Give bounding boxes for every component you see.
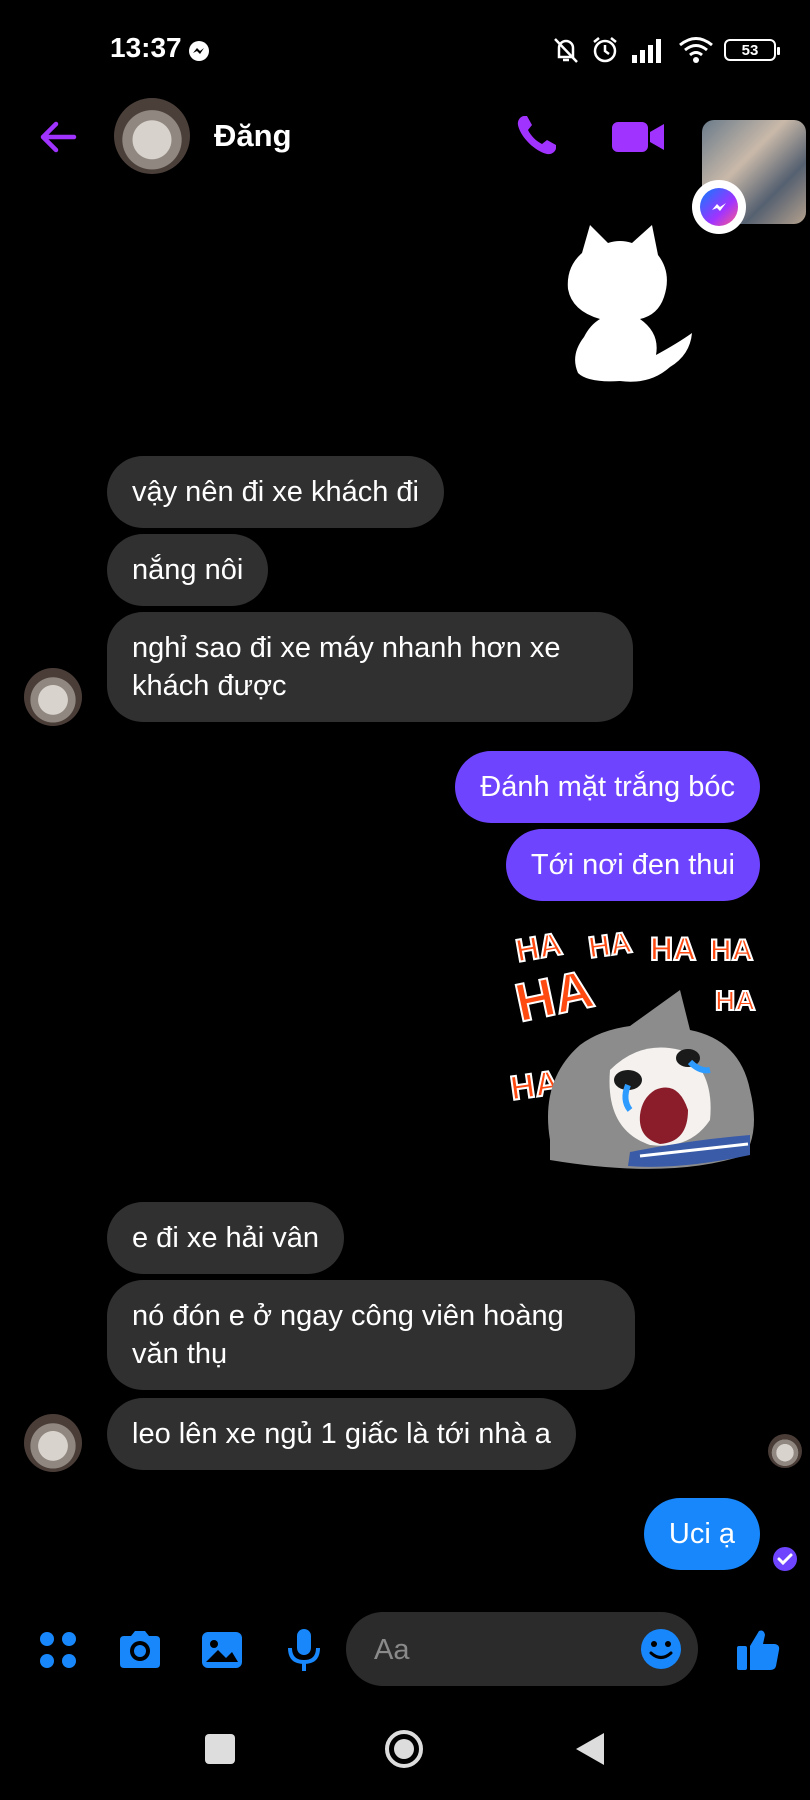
delivered-check-icon <box>773 1547 797 1571</box>
haha-text: HA <box>715 985 755 1016</box>
message-line: nghỉ sao đi xe máy nhanh hơn xe <box>132 632 561 664</box>
message-incoming[interactable]: nắng nôi <box>107 534 269 606</box>
alarm-icon <box>593 37 617 63</box>
message-outgoing[interactable]: Đánh mặt trắng bóc <box>455 751 760 823</box>
menu-icon <box>40 1632 76 1668</box>
haha-text: HA <box>513 930 565 969</box>
sender-avatar[interactable] <box>24 1414 82 1472</box>
haha-text: HA <box>510 959 599 1034</box>
haha-text: HA <box>586 930 634 965</box>
voice-button[interactable] <box>280 1626 328 1674</box>
menu-button[interactable] <box>34 1626 82 1674</box>
video-button[interactable] <box>610 118 666 156</box>
home-button[interactable] <box>384 1729 424 1769</box>
call-button[interactable] <box>512 112 560 160</box>
wifi-icon <box>679 37 713 63</box>
signal-icon <box>632 39 661 63</box>
status-time: 13:37 <box>110 32 182 63</box>
back-button[interactable] <box>34 112 84 162</box>
contact-name[interactable]: Đăng <box>214 118 292 154</box>
microphone-icon <box>288 1629 320 1671</box>
video-camera-icon <box>612 122 664 152</box>
message-line: nó đón e ở ngay công viên hoàng <box>132 1300 564 1332</box>
like-button[interactable] <box>734 1626 782 1674</box>
haha-cat-sticker[interactable]: HA HA HA HA HA HA HA <box>510 930 770 1180</box>
camera-button[interactable] <box>116 1626 164 1674</box>
message-text-field[interactable] <box>372 1630 616 1670</box>
messenger-icon <box>189 41 209 61</box>
message-incoming[interactable]: vậy nên đi xe khách đi <box>107 456 444 528</box>
sender-avatar[interactable] <box>24 668 82 726</box>
battery-icon: 53 <box>724 39 780 61</box>
haha-text: HA <box>710 934 753 967</box>
recent-apps-button[interactable] <box>205 1734 235 1764</box>
thumbs-up-icon <box>737 1630 780 1670</box>
seen-avatar <box>768 1434 802 1468</box>
white-cat-sticker[interactable] <box>560 215 710 395</box>
message-incoming[interactable]: nó đón e ở ngay công viên hoàng văn thụ <box>107 1280 635 1390</box>
battery-level: 53 <box>741 41 759 59</box>
back-arrow-icon <box>40 121 77 153</box>
camera-icon <box>120 1631 160 1668</box>
message-incoming[interactable]: e đi xe hải vân <box>107 1202 345 1274</box>
mute-icon <box>554 38 578 63</box>
image-icon <box>202 1632 242 1668</box>
message-incoming[interactable]: leo lên xe ngủ 1 giấc là tới nhà a <box>107 1398 576 1470</box>
haha-text: HA <box>650 931 696 967</box>
system-back-button[interactable] <box>572 1729 608 1769</box>
message-line: văn thụ <box>132 1338 228 1370</box>
message-incoming[interactable]: nghỉ sao đi xe máy nhanh hơn xe khách đư… <box>107 612 633 722</box>
message-line: khách được <box>132 670 287 702</box>
contact-avatar[interactable] <box>114 98 190 174</box>
emoji-button[interactable] <box>640 1628 682 1670</box>
message-outgoing[interactable]: Uci ạ <box>643 1498 760 1570</box>
emoji-icon <box>641 1629 681 1669</box>
phone-icon <box>517 116 556 155</box>
message-outgoing[interactable]: Tới nơi đen thui <box>505 829 760 901</box>
gallery-button[interactable] <box>198 1626 246 1674</box>
status-icons: 53 <box>552 32 780 68</box>
